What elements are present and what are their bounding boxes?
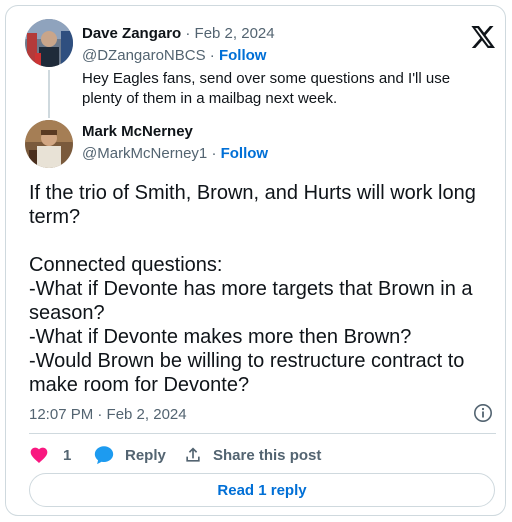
parent-post-text: Hey Eagles fans, send over some question… xyxy=(82,70,451,107)
reply-follow-button[interactable]: Follow xyxy=(221,145,269,162)
parent-author-name[interactable]: Dave Zangaro xyxy=(82,25,181,42)
share-button[interactable]: Share this post xyxy=(183,443,321,467)
share-label: Share this post xyxy=(213,446,322,464)
heart-icon xyxy=(30,447,48,463)
reply-handle-line: @MarkMcNerney1 · Follow xyxy=(82,145,268,162)
parent-author-line: Dave Zangaro · Feb 2, 2024 xyxy=(82,25,275,42)
divider xyxy=(29,433,496,434)
thread-connector-line xyxy=(48,70,50,118)
share-arrow-icon xyxy=(186,447,200,462)
reply-label: Reply xyxy=(125,446,166,464)
separator-dot: · xyxy=(185,25,191,42)
like-button[interactable]: 1 xyxy=(29,443,71,467)
parent-author-handle[interactable]: @DZangaroNBCS xyxy=(82,47,206,64)
like-count: 1 xyxy=(63,446,72,464)
separator-dot: · xyxy=(211,145,217,162)
reply-author-line: Mark McNerney xyxy=(82,123,193,140)
speech-bubble-icon xyxy=(94,446,114,465)
parent-follow-button[interactable]: Follow xyxy=(219,47,267,64)
embedded-post-card: Dave Zangaro · Feb 2, 2024 @DZangaroNBCS… xyxy=(5,5,506,516)
x-logo-icon[interactable] xyxy=(471,26,495,48)
parent-handle-line: @DZangaroNBCS · Follow xyxy=(82,47,266,64)
info-icon[interactable] xyxy=(473,403,493,423)
read-replies-button[interactable]: Read 1 reply xyxy=(29,473,495,507)
separator-dot: · xyxy=(209,47,215,64)
reply-author-name[interactable]: Mark McNerney xyxy=(82,123,193,140)
reply-author-handle[interactable]: @MarkMcNerney1 xyxy=(82,145,207,162)
parent-post-date[interactable]: Feb 2, 2024 xyxy=(195,25,275,42)
avatar-dave-zangaro[interactable] xyxy=(25,19,73,67)
reply-post-text: If the trio of Smith, Brown, and Hurts w… xyxy=(29,182,476,396)
avatar-mark-mcnerney[interactable] xyxy=(25,120,73,168)
post-timestamp[interactable]: 12:07 PM · Feb 2, 2024 xyxy=(29,406,187,423)
reply-button[interactable]: Reply xyxy=(93,443,166,467)
